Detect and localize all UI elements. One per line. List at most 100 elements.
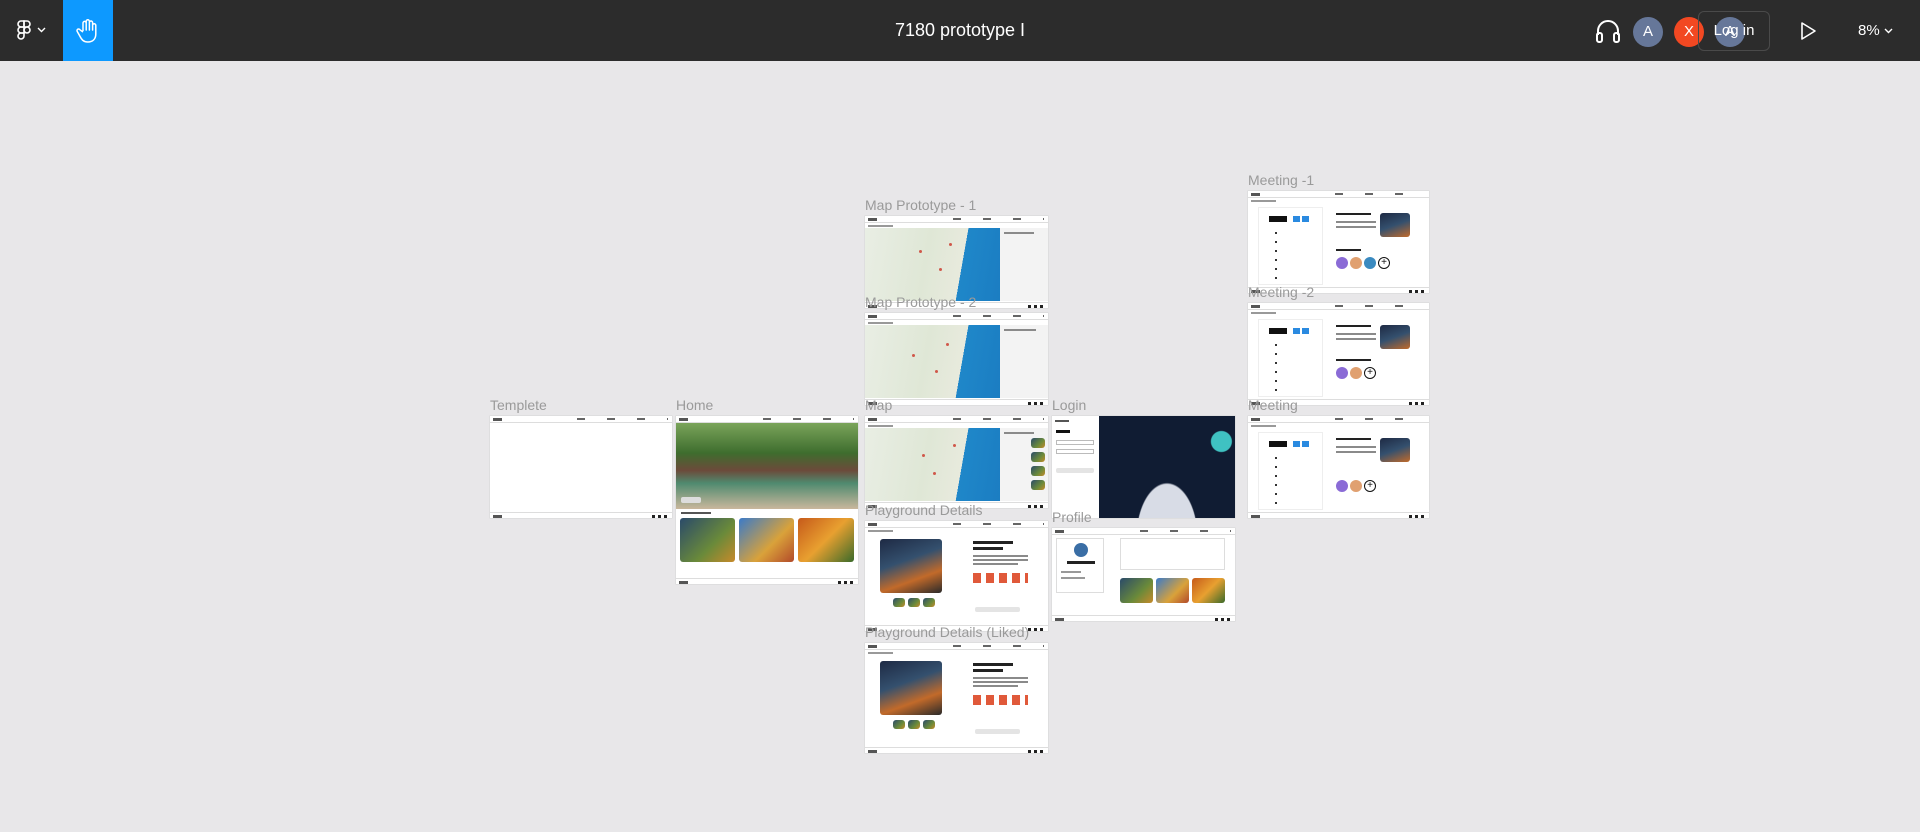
avatar[interactable]: A (1633, 17, 1663, 47)
play-icon[interactable] (1798, 20, 1818, 42)
details-text (973, 559, 1028, 561)
details-title (973, 541, 1013, 544)
frame-playground-details[interactable] (865, 521, 1048, 631)
attendee-avatar (1336, 367, 1348, 379)
frame-nav-bar (865, 643, 1048, 650)
frame-footer (1052, 615, 1235, 621)
details-button (975, 607, 1020, 612)
map-side-panel (1000, 325, 1048, 398)
frame-nav-bar (865, 521, 1048, 528)
calendar-widget (1258, 207, 1323, 285)
profile-card (1056, 538, 1104, 593)
design-canvas[interactable]: Templete Home Map Prototype - 1 Map Prot… (0, 61, 1920, 832)
frame-label-meeting-1[interactable]: Meeting -1 (1248, 172, 1314, 188)
playground-photo (880, 539, 942, 593)
hand-tool-button[interactable] (63, 0, 113, 61)
login-button[interactable]: Log in (1698, 11, 1770, 51)
playground-card-image (798, 518, 854, 562)
details-title (973, 669, 1003, 672)
attendee-avatar (1336, 257, 1348, 269)
login-input (1056, 449, 1094, 454)
map-side-panel (1000, 228, 1048, 301)
frame-map[interactable] (865, 416, 1048, 508)
login-heading (1056, 430, 1070, 433)
frame-label-playground-details[interactable]: Playground Details (865, 502, 983, 518)
meeting-thumb (1380, 325, 1410, 349)
gallery-thumb (908, 598, 920, 607)
attendees-heading (1336, 359, 1371, 361)
frame-playground-details-liked[interactable] (865, 643, 1048, 753)
frame-nav-bar (865, 416, 1048, 423)
frame-label-meeting-2[interactable]: Meeting -2 (1248, 284, 1314, 300)
frame-meeting-2[interactable]: + (1248, 303, 1429, 405)
attendee-avatar (1350, 367, 1362, 379)
meeting-text (1336, 338, 1376, 340)
map-image (865, 228, 1001, 301)
gallery-thumb (908, 720, 920, 729)
frame-meeting[interactable]: + (1248, 416, 1429, 518)
section-heading (681, 512, 711, 514)
frame-templete[interactable] (490, 416, 672, 518)
frame-label-map-prototype-2[interactable]: Map Prototype - 2 (865, 294, 976, 310)
frame-label-map-prototype-1[interactable]: Map Prototype - 1 (865, 197, 976, 213)
attendee-avatar (1350, 257, 1362, 269)
frame-label-templete[interactable]: Templete (490, 397, 547, 413)
meeting-thumb (1380, 438, 1410, 462)
frame-footer (490, 512, 672, 518)
hand-icon (76, 18, 97, 43)
breadcrumb (868, 225, 893, 227)
figma-logo-icon (16, 20, 31, 40)
favorite-thumb (1192, 578, 1225, 603)
frame-label-map[interactable]: Map (865, 397, 892, 413)
attendee-avatar (1350, 480, 1362, 492)
zoom-value: 8% (1858, 22, 1880, 39)
zoom-control[interactable]: 8% (1858, 0, 1893, 61)
meeting-title (1336, 213, 1371, 215)
frame-profile[interactable] (1052, 528, 1235, 621)
headphones-icon[interactable] (1594, 18, 1622, 44)
meeting-title (1336, 325, 1371, 327)
calendar-widget (1258, 319, 1323, 397)
main-menu-button[interactable] (8, 10, 54, 50)
frame-footer (865, 747, 1048, 753)
frame-footer (676, 578, 858, 584)
chevron-down-icon (1884, 28, 1893, 33)
details-text (973, 555, 1028, 557)
gallery-thumb (893, 720, 905, 729)
add-attendee-icon: + (1364, 367, 1376, 379)
details-text (973, 685, 1018, 687)
frame-map-prototype-2[interactable] (865, 313, 1048, 405)
frame-label-home[interactable]: Home (676, 397, 713, 413)
profile-schedule (1120, 538, 1225, 570)
login-submit (1056, 468, 1094, 473)
frame-label-meeting[interactable]: Meeting (1248, 397, 1298, 413)
frame-meeting-1[interactable]: + (1248, 191, 1429, 293)
details-title (973, 663, 1013, 666)
playground-card-image (680, 518, 735, 562)
breadcrumb (1251, 425, 1276, 427)
frame-home[interactable] (676, 416, 858, 584)
playground-card-image (739, 518, 794, 562)
login-input (1056, 440, 1094, 445)
attendee-avatar (1364, 257, 1376, 269)
space-illustration (1099, 416, 1235, 518)
frame-login[interactable] (1052, 416, 1235, 518)
frame-label-login[interactable]: Login (1052, 397, 1086, 413)
frame-nav-bar (1052, 528, 1235, 535)
gallery-thumb (893, 598, 905, 607)
details-text (973, 563, 1018, 565)
frame-label-playground-details-liked[interactable]: Playground Details (Liked) (865, 624, 1029, 640)
breadcrumb (1251, 200, 1276, 202)
frame-label-profile[interactable]: Profile (1052, 509, 1092, 525)
meeting-text (1336, 451, 1376, 453)
map-result-list (1000, 428, 1048, 501)
amenity-icons (973, 573, 1028, 583)
frame-footer (865, 399, 1048, 405)
favorite-thumb (1156, 578, 1189, 603)
frame-nav-bar (1248, 416, 1429, 423)
login-logo (1055, 420, 1069, 422)
calendar-widget (1258, 432, 1323, 510)
breadcrumb (868, 530, 893, 532)
details-title (973, 547, 1003, 550)
meeting-text (1336, 226, 1376, 228)
